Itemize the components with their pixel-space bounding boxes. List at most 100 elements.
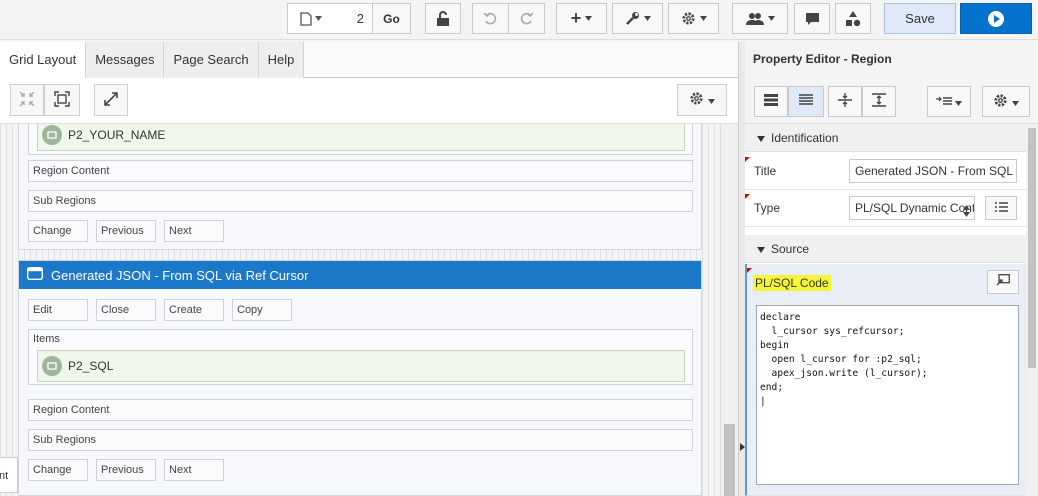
- play-icon: [987, 10, 1005, 28]
- page-number-input[interactable]: 2: [357, 11, 364, 26]
- grid-settings-button[interactable]: [677, 84, 727, 116]
- copy-slot[interactable]: Copy: [232, 299, 292, 321]
- chevron-down-icon: [708, 93, 715, 107]
- create-menu-button[interactable]: +: [556, 3, 607, 34]
- close-slot[interactable]: Close: [96, 299, 156, 321]
- unlock-icon: [436, 10, 450, 27]
- region-selected[interactable]: Generated JSON - From SQL via Ref Cursor…: [18, 260, 702, 496]
- show-all-button[interactable]: [788, 86, 824, 117]
- sub-regions-slot[interactable]: Sub Regions: [28, 429, 693, 451]
- next-slot[interactable]: Next: [164, 459, 224, 481]
- sub-regions-slot[interactable]: Sub Regions: [28, 190, 693, 212]
- comments-button[interactable]: [794, 3, 830, 34]
- type-label: Type: [754, 201, 781, 215]
- scrollbar-thumb[interactable]: [724, 424, 735, 496]
- items-label: Items: [33, 333, 60, 345]
- save-button[interactable]: Save: [884, 3, 956, 34]
- utilities-menu-button[interactable]: [612, 3, 663, 34]
- team-menu-button[interactable]: [732, 3, 788, 34]
- required-marker: [745, 194, 750, 199]
- expand-icon: [104, 91, 118, 109]
- title-field[interactable]: Generated JSON - From SQL via Ref Cursor: [849, 159, 1017, 183]
- items-box: Items P2_SQL: [28, 329, 693, 385]
- chevron-down-icon: [643, 16, 651, 21]
- page-icon[interactable]: [300, 11, 322, 26]
- comment-icon: [805, 12, 820, 26]
- group-identification[interactable]: Identification: [745, 124, 1026, 152]
- gear-icon: [681, 11, 696, 26]
- chevron-down-icon: [955, 95, 962, 109]
- tab-grid-layout[interactable]: Grid Layout: [0, 42, 87, 78]
- canvas-scrollbar[interactable]: [720, 124, 738, 496]
- change-slot[interactable]: Change: [28, 459, 88, 481]
- layout-canvas: P2_YOUR_NAME Region Content Sub Regions …: [0, 124, 720, 496]
- redo-button[interactable]: [508, 3, 545, 34]
- required-marker: [745, 157, 750, 162]
- list-icon: [994, 197, 1008, 219]
- previous-slot[interactable]: Previous: [96, 459, 156, 481]
- collapse-button[interactable]: [10, 84, 44, 116]
- chevron-down-icon: [767, 16, 775, 21]
- property-scrollbar[interactable]: [1026, 124, 1038, 496]
- left-tabs: Grid Layout Messages Page Search Help: [0, 42, 738, 78]
- shapes-icon: [845, 10, 861, 27]
- region-previous[interactable]: P2_YOUR_NAME Region Content Sub Regions …: [18, 124, 702, 250]
- property-settings-button[interactable]: [982, 86, 1030, 117]
- go-button[interactable]: Go: [372, 4, 410, 33]
- scrollbar-thumb[interactable]: [1028, 128, 1036, 368]
- group-label: Identification: [771, 130, 839, 145]
- plus-icon: +: [570, 8, 582, 28]
- previous-slot[interactable]: Previous: [96, 220, 156, 242]
- show-common-button[interactable]: [754, 86, 788, 117]
- region-content-slot[interactable]: Region Content: [28, 160, 693, 182]
- group-source[interactable]: Source: [745, 235, 1026, 263]
- expand-all-button[interactable]: [44, 84, 80, 116]
- shared-components-button[interactable]: [835, 3, 871, 34]
- create-slot[interactable]: Create: [164, 299, 224, 321]
- settings-menu-button[interactable]: [668, 3, 719, 34]
- code-editor-icon: [996, 271, 1010, 293]
- type-list-button[interactable]: [985, 196, 1017, 220]
- type-select-value: PL/SQL Dynamic Content: [855, 201, 975, 215]
- top-toolbar: 2 Go + Save: [0, 0, 1038, 40]
- page-selector[interactable]: 2 Go: [287, 3, 411, 34]
- change-slot[interactable]: Change: [28, 220, 88, 242]
- collapse-all-button[interactable]: [828, 86, 862, 117]
- lock-button[interactable]: [425, 3, 461, 34]
- gear-icon: [993, 93, 1008, 111]
- item-name: P2_YOUR_NAME: [68, 128, 166, 142]
- region-icon: [26, 266, 44, 283]
- region-title: Generated JSON - From SQL via Ref Cursor: [51, 267, 309, 283]
- page-item[interactable]: P2_SQL: [37, 350, 685, 382]
- required-marker: [747, 268, 752, 273]
- wrench-icon: [625, 11, 640, 26]
- collapse-icon: [838, 93, 852, 110]
- maximize-button[interactable]: [94, 84, 128, 116]
- property-list: Identification Title Generated JSON - Fr…: [745, 124, 1026, 496]
- tab-page-search[interactable]: Page Search: [164, 42, 259, 78]
- region-header[interactable]: Generated JSON - From SQL via Ref Cursor: [19, 261, 701, 289]
- tab-messages[interactable]: Messages: [86, 42, 165, 78]
- go-to-group-button[interactable]: [927, 86, 971, 117]
- plsql-code-editor[interactable]: declare l_cursor sys_refcursor; begin op…: [756, 305, 1019, 485]
- region-content-slot[interactable]: Region Content: [28, 399, 693, 421]
- go-to-group-icon: [936, 95, 952, 109]
- type-select[interactable]: PL/SQL Dynamic Content: [849, 196, 975, 220]
- panel-splitter[interactable]: [738, 42, 745, 496]
- chevron-down-icon: [585, 16, 593, 21]
- users-icon: [745, 12, 764, 25]
- redo-icon: [519, 11, 534, 26]
- run-button[interactable]: [960, 3, 1032, 34]
- undo-button[interactable]: [472, 3, 509, 34]
- edit-slot[interactable]: Edit: [28, 299, 88, 321]
- lines-icon: [799, 94, 813, 109]
- title-label: Title: [754, 164, 777, 178]
- expand-all-properties-button[interactable]: [862, 86, 896, 117]
- tab-help[interactable]: Help: [258, 42, 305, 78]
- page-item[interactable]: P2_YOUR_NAME: [37, 124, 685, 151]
- chevron-down-icon: [1012, 95, 1019, 109]
- edge-tab[interactable]: nt: [0, 457, 18, 493]
- item-icon: [42, 125, 62, 145]
- next-slot[interactable]: Next: [164, 220, 224, 242]
- open-code-editor-button[interactable]: [987, 270, 1019, 294]
